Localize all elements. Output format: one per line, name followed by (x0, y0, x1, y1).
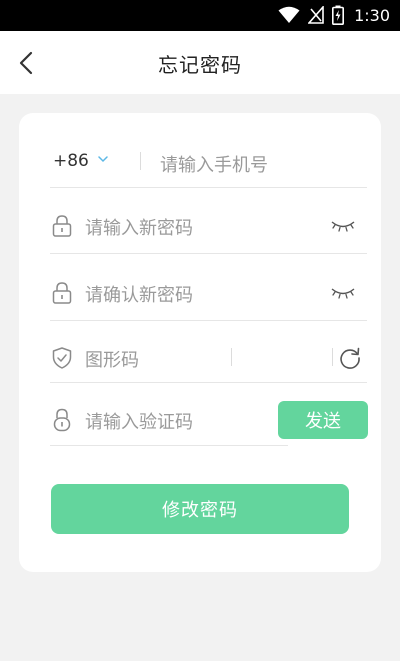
change-password-button[interactable]: 修改密码 (51, 484, 349, 534)
refresh-icon[interactable] (338, 346, 362, 370)
lock-icon (52, 282, 72, 304)
eye-closed-icon[interactable] (331, 219, 355, 233)
shield-check-icon (52, 347, 72, 369)
phone-row: +86 请输入手机号 (50, 137, 367, 188)
new-password-input[interactable]: 请输入新密码 (85, 214, 193, 240)
nav-bar: 忘记密码 (0, 31, 400, 94)
confirm-password-input[interactable]: 请确认新密码 (85, 281, 193, 307)
divider (231, 348, 232, 366)
chevron-down-icon[interactable] (98, 156, 108, 163)
captcha-input[interactable]: 图形码 (85, 346, 139, 372)
form-card: +86 请输入手机号 请输入新密码 请确认新密码 图形码 请输入验证码 发送 修… (19, 113, 381, 572)
confirm-password-row: 请确认新密码 (50, 268, 367, 321)
wifi-icon (278, 6, 300, 23)
status-bar: 1:30 (0, 0, 400, 31)
eye-closed-icon[interactable] (331, 286, 355, 300)
lock-icon (53, 408, 71, 432)
captcha-row: 图形码 (50, 335, 367, 383)
signal-icon (308, 6, 324, 24)
new-password-row: 请输入新密码 (50, 201, 367, 254)
divider (140, 152, 141, 170)
verification-row: 请输入验证码 (50, 397, 288, 446)
divider (332, 348, 333, 366)
status-icons: 1:30 (278, 4, 390, 26)
battery-icon (332, 5, 345, 25)
verification-code-input[interactable]: 请输入验证码 (85, 408, 193, 434)
phone-input[interactable]: 请输入手机号 (160, 151, 268, 177)
country-code-selector[interactable]: +86 (53, 151, 89, 171)
lock-icon (52, 215, 72, 237)
status-time: 1:30 (354, 5, 390, 25)
send-code-button[interactable]: 发送 (278, 401, 368, 439)
page-title: 忘记密码 (158, 53, 242, 77)
